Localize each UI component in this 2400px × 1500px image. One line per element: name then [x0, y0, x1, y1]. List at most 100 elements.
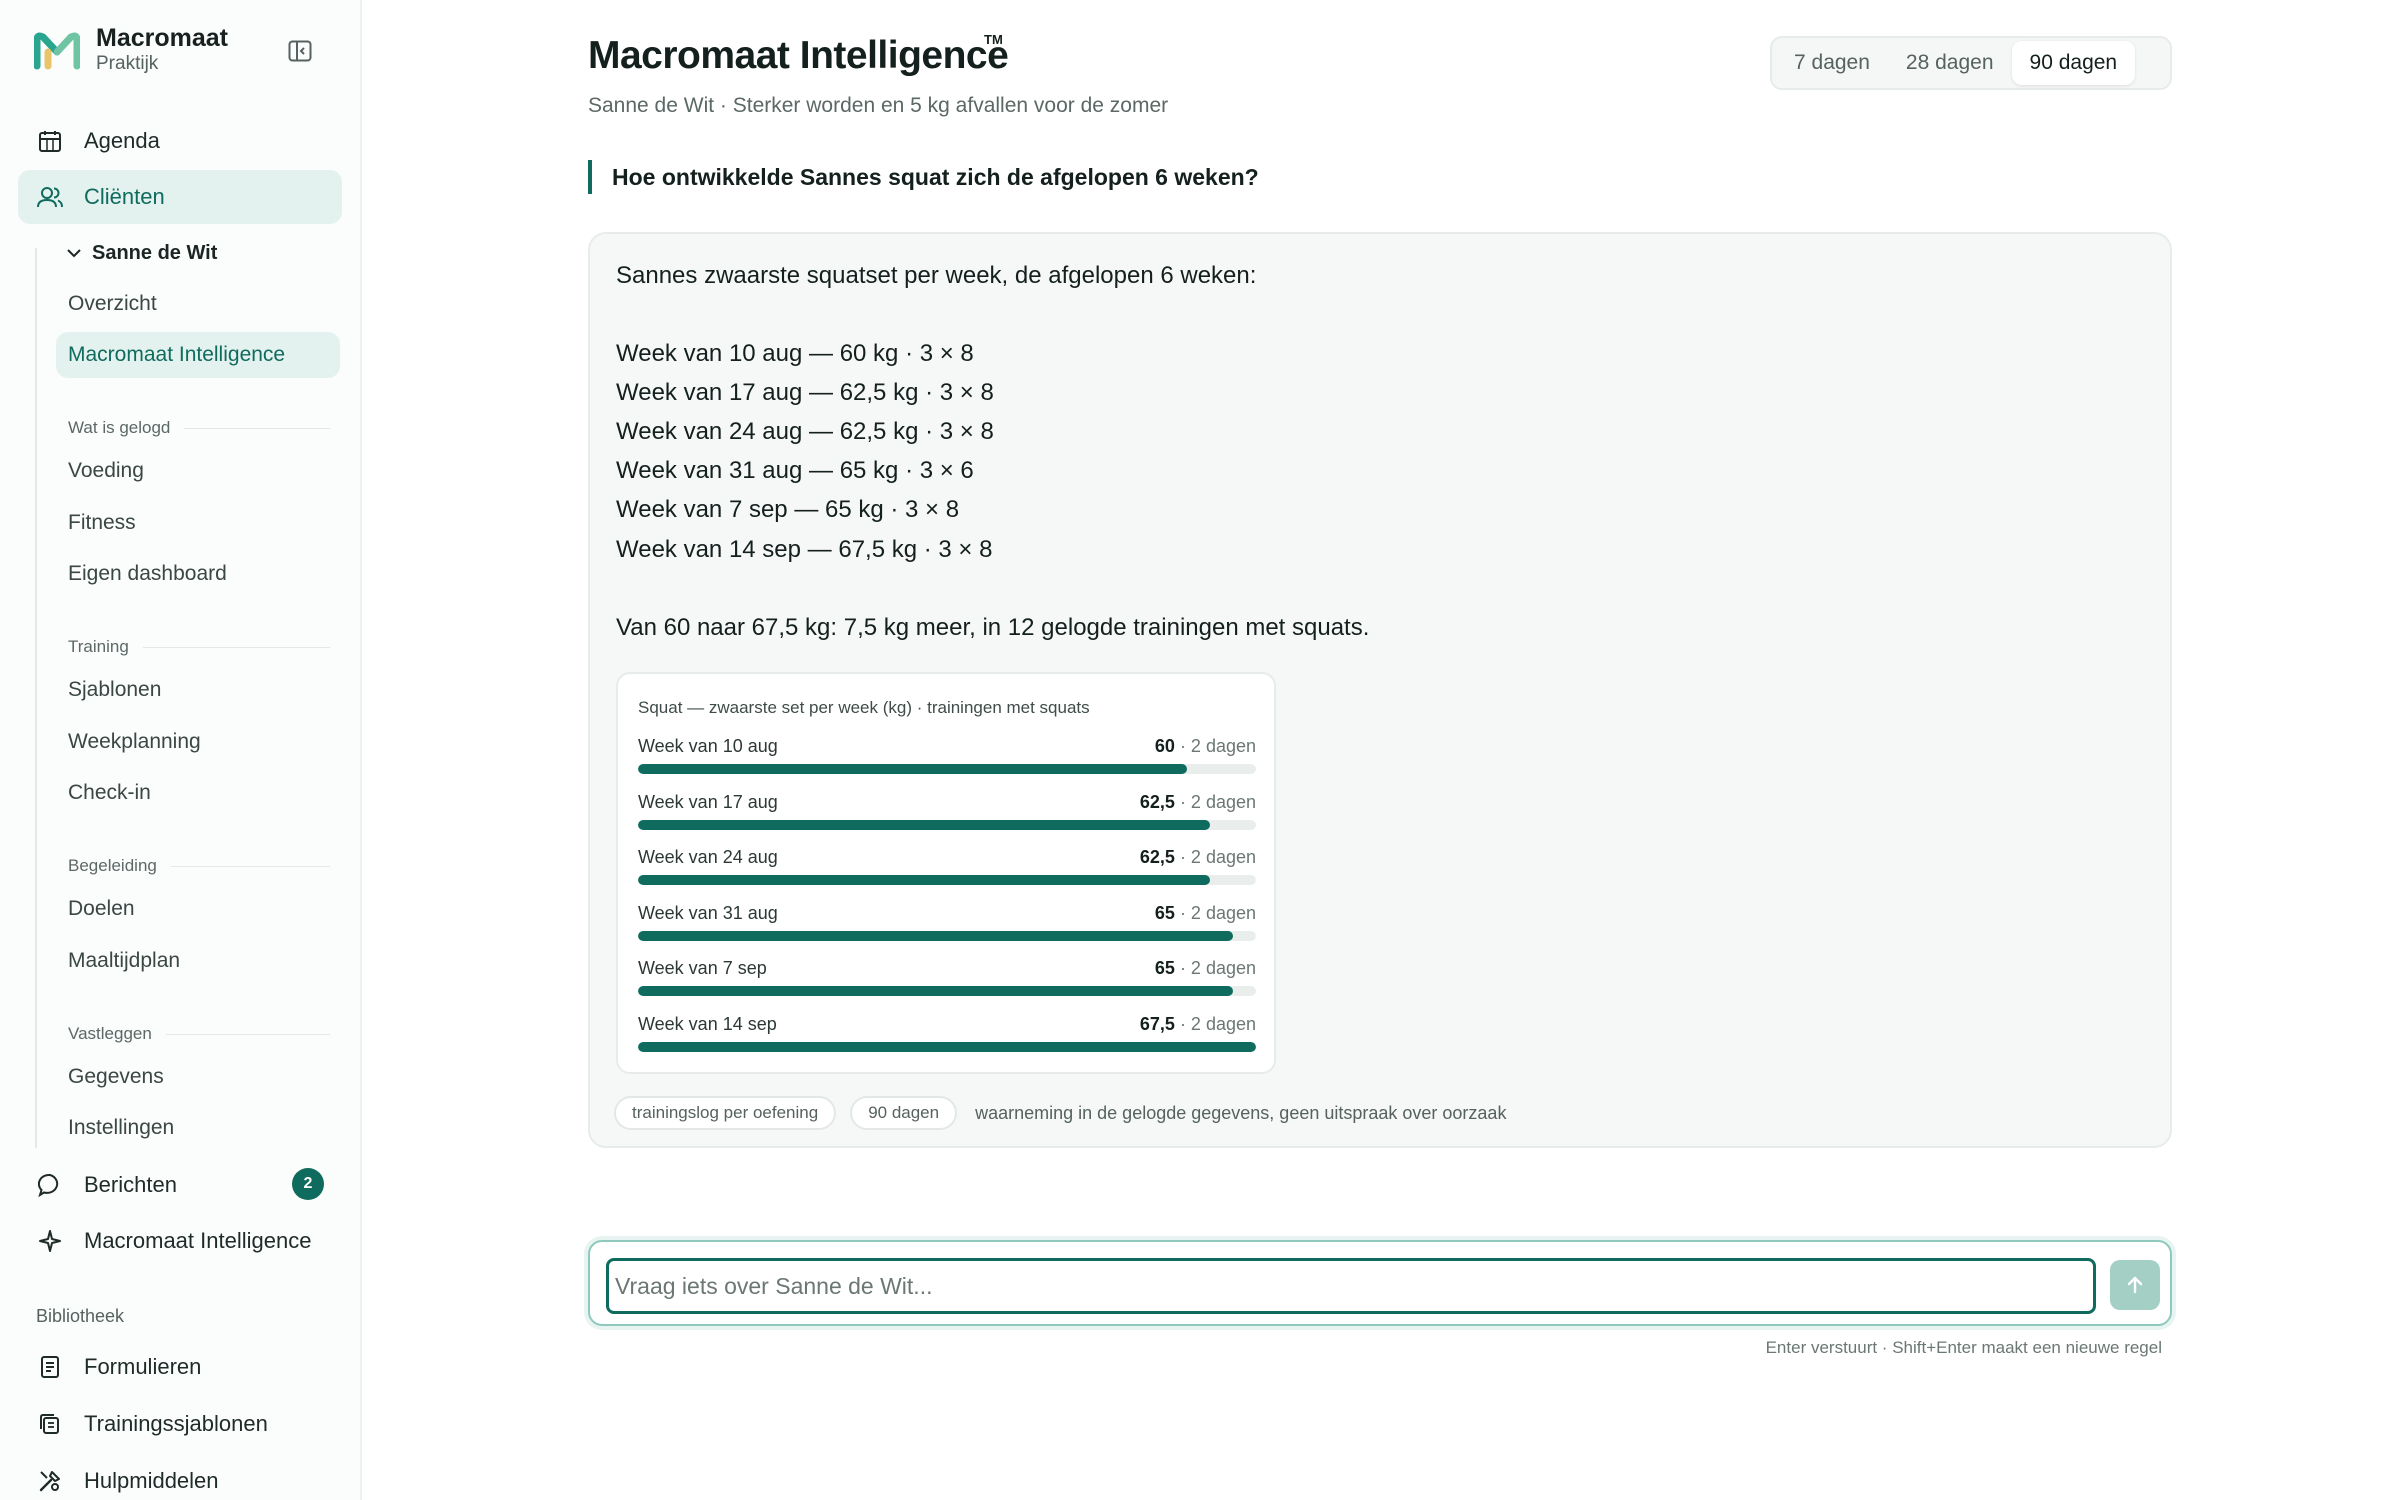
sidebar: Macromaat Praktijk Agenda Cliënten Sanne… [0, 0, 362, 1500]
trademark-mark: TM [984, 32, 1003, 47]
bar-days-label: · 2 dagen [1179, 958, 1256, 979]
chart-title: Squat — zwaarste set per week (kg) · tra… [638, 698, 1090, 717]
sidebar-item-templates[interactable]: Sjablonen [56, 667, 340, 713]
sidebar-item-label: Gegevens [68, 1065, 164, 1088]
sidebar-item-overview[interactable]: Overzicht [56, 281, 340, 327]
bar [638, 764, 1188, 774]
chart-bar-row: Week van 14 sep 67,5 · 2 dagen [638, 1014, 1256, 1070]
bar [638, 1042, 1256, 1052]
range-7-days[interactable]: 7 dagen [1776, 41, 1888, 85]
macromaat-logo-icon [34, 32, 80, 70]
calendar-icon [39, 131, 61, 152]
bar-value-label: 65 [1154, 958, 1175, 979]
sidebar-item-mealplan[interactable]: Maaltijdplan [56, 938, 340, 984]
bar-category-label: Week van 10 aug [638, 736, 778, 756]
sidebar-item-label: Check-in [68, 781, 151, 804]
bar-value-text: 62,5 · 2 dagen [1140, 792, 1256, 813]
document-icon [41, 1356, 59, 1378]
brand[interactable]: Macromaat Praktijk [34, 24, 228, 76]
answer-summary: Van 60 naar 67,5 kg: 7,5 kg meer, in 12 … [616, 614, 1370, 641]
bar-track [638, 764, 1256, 774]
source-chip[interactable]: trainingslog per oefening [614, 1096, 837, 1130]
bar-value-label: 62,5 [1139, 791, 1175, 812]
sidebar-item-tools[interactable]: Hulpmiddelen [18, 1454, 342, 1500]
range-selector: 7 dagen 28 dagen 90 dagen [1770, 36, 2172, 90]
bar-track [638, 1042, 1256, 1052]
section-label: Wat is gelogd [68, 418, 171, 437]
sidebar-item-agenda[interactable]: Agenda [18, 114, 342, 168]
sidebar-item-label: Weekplanning [68, 730, 201, 753]
sidebar-item-label: Berichten [84, 1172, 177, 1197]
section-record: Vastleggen [68, 1022, 330, 1046]
range-90-days[interactable]: 90 dagen [2011, 41, 2136, 85]
answer-intro: Sannes zwaarste squatset per week, de af… [616, 262, 1257, 289]
answer-line: Week van 17 aug — 62,5 kg · 3 × 8 [616, 379, 994, 406]
chart-bar-row: Week van 7 sep 65 · 2 dagen [638, 958, 1256, 1014]
sidebar-item-label: Overzicht [68, 292, 157, 315]
sidebar-item-label: Instellingen [68, 1116, 175, 1139]
bar-category-label: Week van 7 sep [638, 958, 767, 979]
section-label: Vastleggen [68, 1024, 152, 1043]
bar [638, 930, 1234, 941]
sidebar-collapse-button[interactable] [284, 36, 316, 66]
chart-bar-row: Week van 10 aug 60 · 2 dagen [638, 736, 1256, 792]
client-expand-toggle[interactable]: Sanne de Wit [66, 238, 217, 268]
answer-line: Week van 7 sep — 65 kg · 3 × 8 [616, 496, 960, 523]
sidebar-item-intelligence-top[interactable]: Macromaat Intelligence [18, 1214, 342, 1268]
bar-category-label: Week van 14 sep [638, 1014, 777, 1034]
bar-track [638, 819, 1256, 830]
stack-icon [40, 1414, 59, 1434]
brand-sub: Praktijk [96, 53, 159, 74]
sidebar-item-dashboard[interactable]: Eigen dashboard [56, 551, 340, 597]
brand-name: Macromaat [96, 24, 228, 52]
chart-bar-row: Week van 17 aug 62,5 · 2 dagen [638, 792, 1256, 848]
composer [588, 1240, 2172, 1326]
bar-value-text: 65 · 2 dagen [1155, 958, 1256, 979]
sidebar-item-settings[interactable]: Instellingen [56, 1105, 340, 1151]
section-training: Training [68, 635, 330, 659]
sidebar-item-goals[interactable]: Doelen [56, 886, 340, 932]
sidebar-item-label: Macromaat Intelligence [68, 343, 286, 366]
tree-line [35, 248, 37, 1148]
message-icon [38, 1173, 59, 1197]
tools-icon [39, 1471, 60, 1492]
sidebar-item-training-templates[interactable]: Trainingssjablonen [18, 1397, 342, 1451]
section-label: Begeleiding [68, 856, 157, 875]
range-chip[interactable]: 90 dagen [850, 1096, 958, 1130]
bar [638, 819, 1211, 830]
chevron-down-icon [67, 249, 81, 258]
section-logged: Wat is gelogd [68, 416, 330, 440]
sidebar-item-checkin[interactable]: Check-in [56, 770, 340, 816]
range-28-days[interactable]: 28 dagen [1888, 41, 2012, 85]
bar-track [638, 930, 1256, 941]
page-subtitle: Sanne de Wit · Sterker worden en 5 kg af… [588, 94, 1169, 117]
question-input[interactable] [606, 1258, 2096, 1314]
send-button[interactable] [2110, 1260, 2160, 1310]
sidebar-item-label: Sjablonen [68, 678, 162, 701]
source-chips: trainingslog per oefening 90 dagen waarn… [614, 1096, 1506, 1130]
sparkle-icon [39, 1230, 61, 1252]
sidebar-item-data[interactable]: Gegevens [56, 1054, 340, 1100]
bar-category-label: Week van 31 aug [638, 902, 778, 923]
sidebar-item-label: Eigen dashboard [68, 562, 227, 585]
sidebar-item-weekplan[interactable]: Weekplanning [56, 719, 340, 765]
answer-line: Week van 14 sep — 67,5 kg · 3 × 8 [616, 536, 993, 563]
sidebar-item-label: Hulpmiddelen [84, 1468, 219, 1493]
bar-value-label: 67,5 [1139, 1014, 1175, 1034]
sidebar-item-label: Maaltijdplan [68, 949, 181, 972]
bar-value-text: 65 · 2 dagen [1155, 903, 1256, 924]
bar-value-text: 62,5 · 2 dagen [1140, 847, 1256, 868]
sidebar-item-nutrition[interactable]: Voeding [56, 448, 340, 494]
sidebar-item-label: Formulieren [84, 1354, 202, 1379]
sidebar-item-label: Voeding [68, 459, 144, 482]
section-label: Training [68, 637, 129, 656]
chart-bar-row: Week van 24 aug 62,5 · 2 dagen [638, 847, 1256, 903]
sidebar-item-forms[interactable]: Formulieren [18, 1340, 342, 1394]
composer-hint: Enter verstuurt · Shift+Enter maakt een … [1765, 1338, 2162, 1357]
sidebar-item-label: Cliënten [84, 184, 165, 209]
sidebar-item-clients[interactable]: Cliënten [18, 170, 342, 224]
sidebar-item-intelligence[interactable]: Macromaat Intelligence [56, 332, 340, 378]
bar-days-label: · 2 dagen [1179, 736, 1256, 756]
answer-card: Sannes zwaarste squatset per week, de af… [588, 232, 2172, 1148]
sidebar-item-fitness[interactable]: Fitness [56, 500, 340, 546]
